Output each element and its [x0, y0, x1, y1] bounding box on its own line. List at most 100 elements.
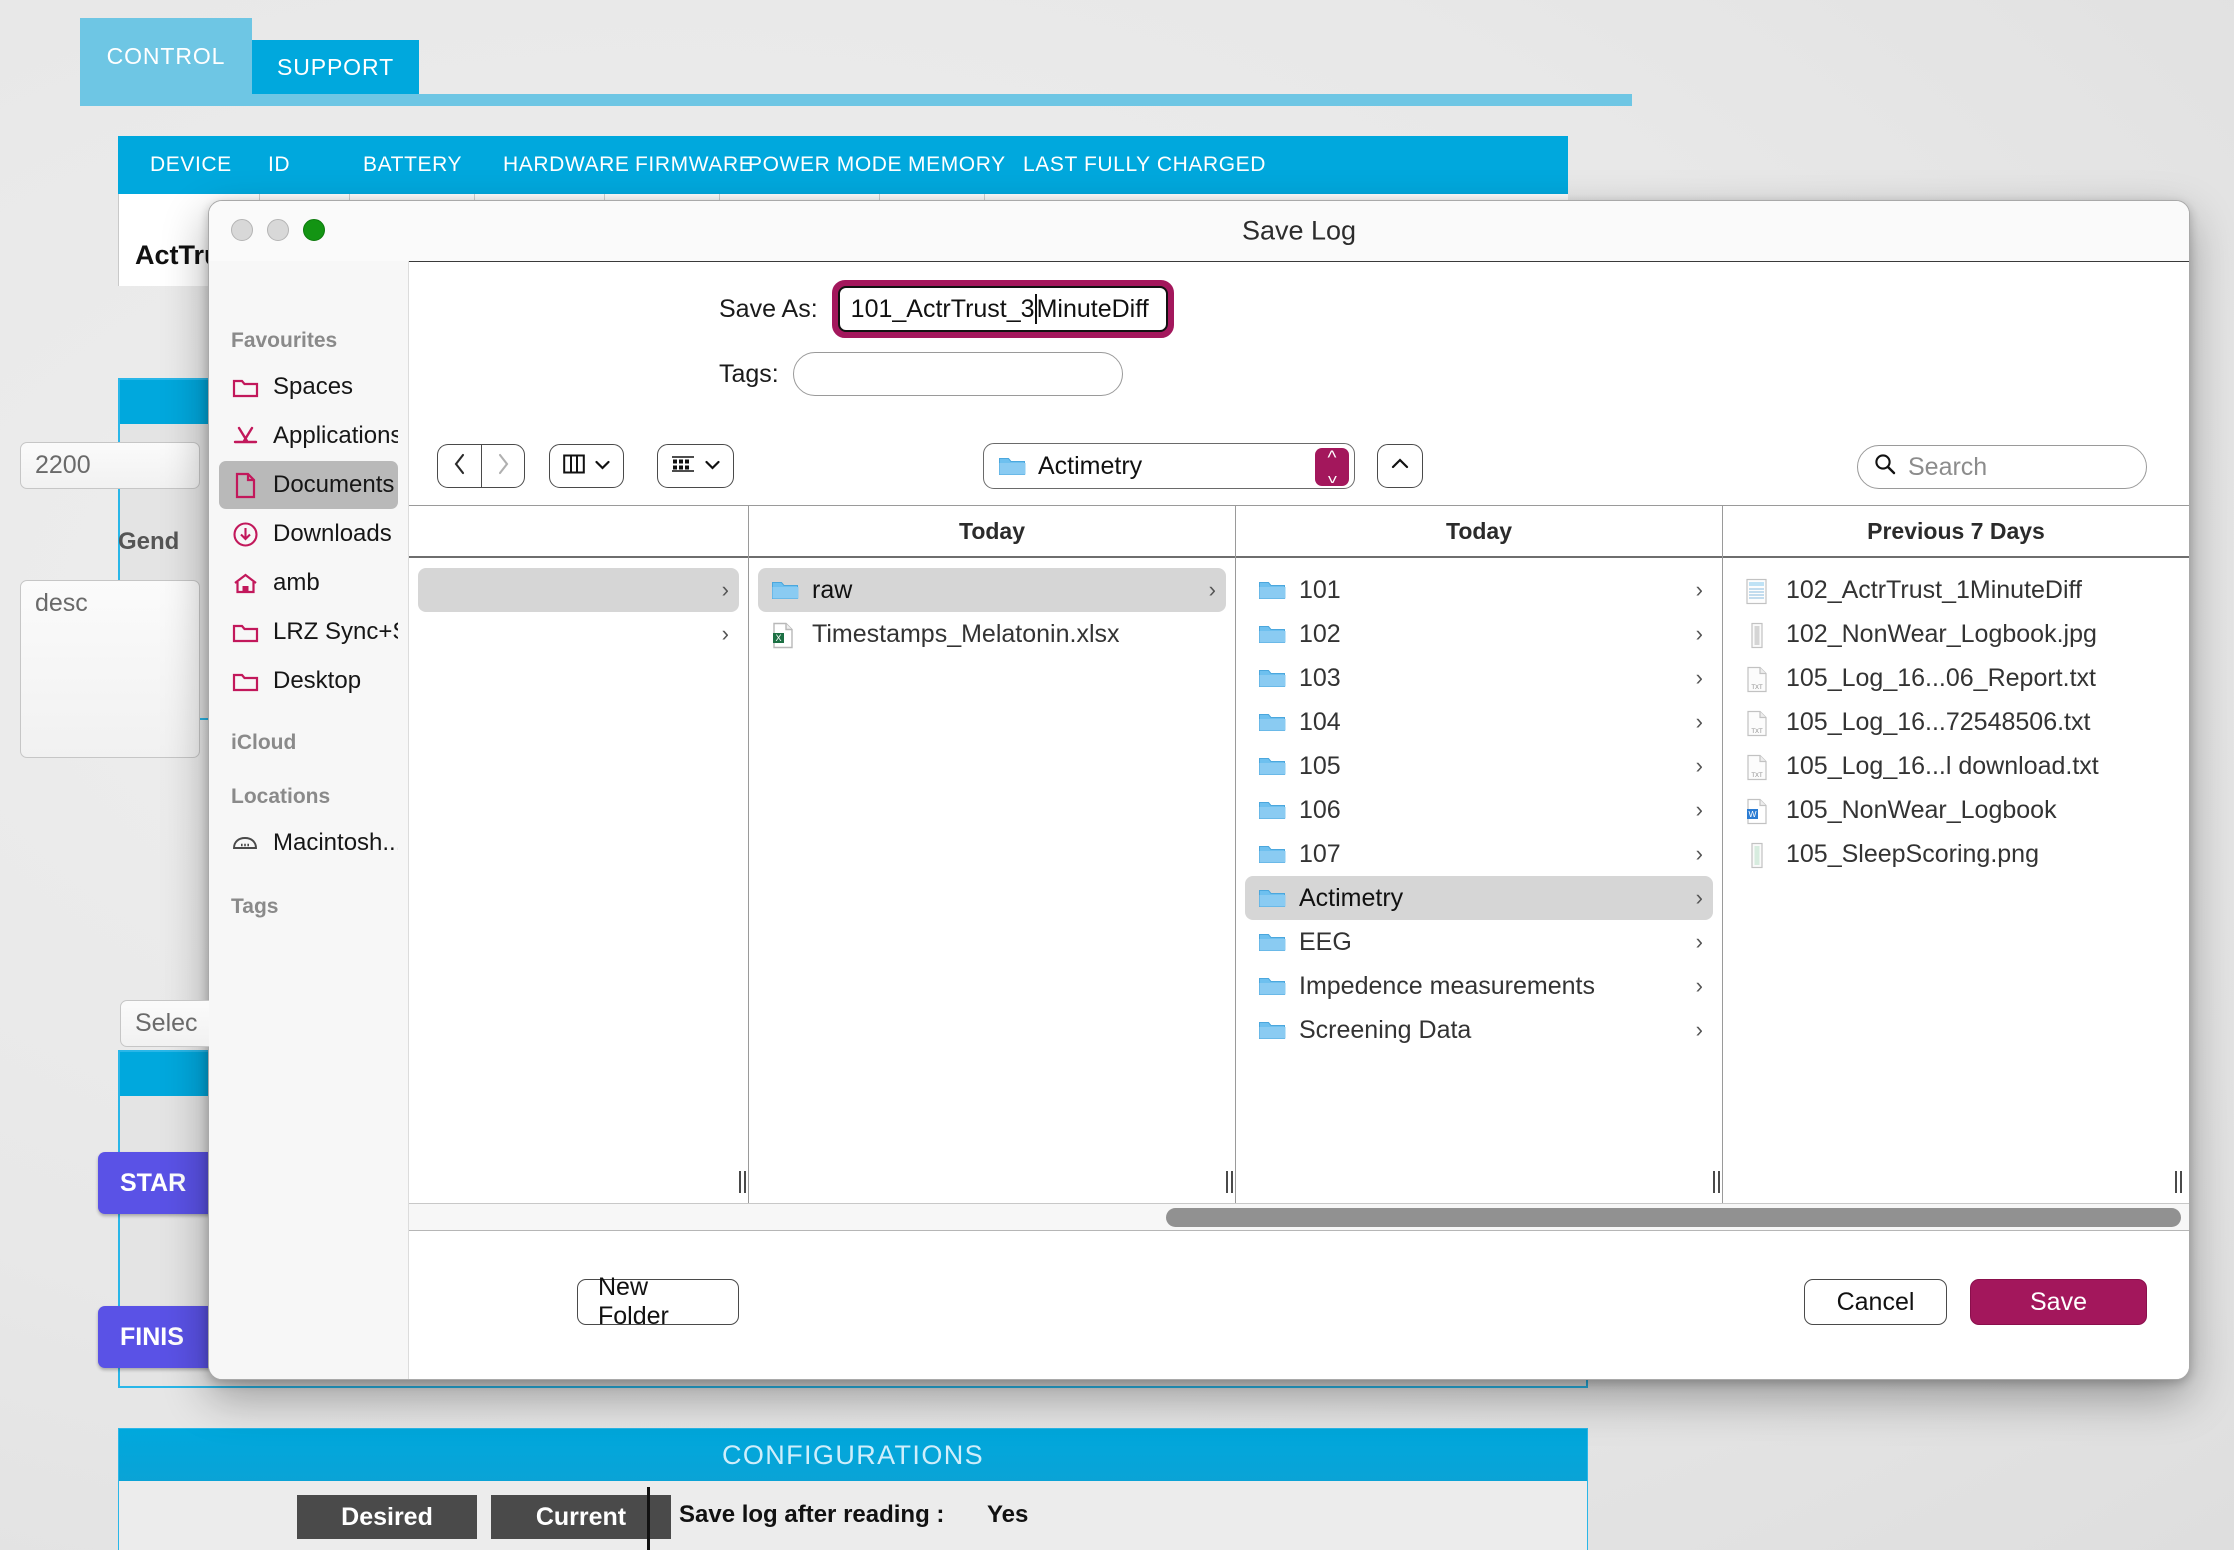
go-up-button[interactable] — [1377, 444, 1423, 488]
item-label: Screening Data — [1299, 1015, 1472, 1044]
tab-desired[interactable]: Desired — [297, 1495, 477, 1539]
chevron-right-icon: › — [1695, 885, 1703, 910]
scrollbar-thumb[interactable] — [1166, 1208, 2181, 1227]
sidebar-group-tags: Tags — [231, 895, 279, 918]
column-resize-handle[interactable] — [735, 1169, 749, 1195]
list-item[interactable]: › — [418, 612, 739, 656]
item-label: 105_Log_16...72548506.txt — [1786, 707, 2091, 736]
view-mode-button[interactable] — [549, 444, 624, 488]
word-file-icon: W — [1745, 798, 1773, 825]
back-button[interactable] — [437, 444, 481, 488]
column-resize-handle[interactable] — [1709, 1169, 1723, 1195]
sidebar-item-amb[interactable]: amb — [219, 559, 398, 607]
save-as-value-before: 101_ActrTrust_3 — [850, 294, 1035, 323]
item-label: Impedence measurements — [1299, 971, 1595, 1000]
col-id: ID — [268, 153, 291, 176]
folder-icon — [1258, 974, 1286, 998]
chevron-right-icon: › — [1695, 797, 1703, 822]
chevron-right-icon — [497, 453, 510, 480]
save-log-dialog: Save Log Favourites Spaces Applications … — [208, 200, 2190, 1380]
tab-support[interactable]: SUPPORT — [252, 40, 419, 94]
dialog-titlebar[interactable]: Save Log — [209, 201, 2189, 261]
list-item[interactable]: 107 › — [1245, 832, 1713, 876]
svg-text:X: X — [775, 633, 781, 643]
dialog-title-text: Save Log — [1241, 215, 1357, 246]
column-header: Today — [1236, 506, 1722, 558]
list-item[interactable]: TXT 105_Log_16...06_Report.txt — [1732, 656, 2180, 700]
list-item[interactable]: 102_ActrTrust_1MinuteDiff — [1732, 568, 2180, 612]
image-file-icon — [1745, 622, 1773, 649]
list-item[interactable]: X Timestamps_Melatonin.xlsx — [758, 612, 1226, 656]
list-item[interactable]: 105 › — [1245, 744, 1713, 788]
list-item[interactable]: 104 › — [1245, 700, 1713, 744]
sidebar-item-label: Spaces — [273, 373, 354, 400]
sidebar-item-label: Applications — [273, 422, 398, 449]
sidebar-item-documents[interactable]: Documents — [219, 461, 398, 509]
column-header: Today — [749, 506, 1235, 558]
tab-control[interactable]: CONTROL — [80, 18, 252, 94]
config-row-save-log-label: Save log after reading : — [679, 1501, 945, 1528]
up-down-chevron-icon[interactable]: ^ ^ — [1315, 448, 1349, 486]
sidebar-item-downloads[interactable]: Downloads — [219, 510, 398, 558]
tags-label: Tags: — [719, 359, 779, 388]
svg-text:TXT: TXT — [1751, 773, 1763, 779]
list-item[interactable]: 105_SleepScoring.png — [1732, 832, 2180, 876]
configurations-body: Desired Current Save log after reading :… — [119, 1481, 1587, 1550]
new-folder-button[interactable]: New Folder — [577, 1273, 739, 1330]
sidebar-item-spaces[interactable]: Spaces — [219, 363, 398, 411]
horizontal-scrollbar[interactable] — [409, 1203, 2189, 1231]
list-item[interactable]: TXT 105_Log_16...72548506.txt — [1732, 700, 2180, 744]
group-by-button[interactable] — [657, 444, 734, 488]
save-as-input[interactable]: 101_ActrTrust_3 MinuteDiff — [837, 286, 1168, 332]
item-label: 102 — [1299, 619, 1341, 648]
list-item[interactable]: raw › — [758, 568, 1226, 612]
chevron-down-icon — [595, 457, 610, 475]
list-item[interactable]: 102_NonWear_Logbook.jpg — [1732, 612, 2180, 656]
item-label: 105 — [1299, 751, 1341, 780]
list-item[interactable]: 101 › — [1245, 568, 1713, 612]
list-item[interactable]: › — [418, 568, 739, 612]
folder-icon — [1258, 710, 1286, 734]
column-resize-handle[interactable] — [2171, 1169, 2185, 1195]
column-resize-handle[interactable] — [1222, 1169, 1236, 1195]
search-input[interactable]: Search — [1857, 445, 2147, 489]
item-label: 105_Log_16...l download.txt — [1786, 751, 2099, 780]
tab-current[interactable]: Current — [491, 1495, 671, 1539]
list-item[interactable]: Actimetry › — [1245, 876, 1713, 920]
folder-icon — [1258, 578, 1286, 602]
list-item[interactable]: 103 › — [1245, 656, 1713, 700]
folder-icon — [1258, 930, 1286, 954]
folder-icon — [231, 618, 259, 646]
sidebar-item-desktop[interactable]: Desktop — [219, 657, 398, 705]
description-input[interactable]: desc — [20, 580, 200, 758]
image-file-icon — [1745, 842, 1773, 869]
list-item[interactable]: W 105_NonWear_Logbook — [1732, 788, 2180, 832]
sidebar-item-label: Macintosh... — [273, 829, 398, 856]
folder-icon — [1258, 886, 1286, 910]
chevron-right-icon: › — [1695, 621, 1703, 646]
chevron-right-icon: › — [1695, 709, 1703, 734]
list-item[interactable]: Screening Data › — [1245, 1008, 1713, 1052]
excel-file-icon: X — [771, 622, 799, 649]
item-label: Actimetry — [1299, 883, 1404, 912]
location-dropdown[interactable]: Actimetry ^ ^ — [983, 443, 1355, 489]
list-item[interactable]: TXT 105_Log_16...l download.txt — [1732, 744, 2180, 788]
sidebar-item-label: LRZ Sync+S... — [273, 618, 398, 645]
save-button[interactable]: Save — [1970, 1279, 2147, 1325]
forward-button[interactable] — [481, 444, 525, 488]
chevron-right-icon: › — [721, 577, 729, 602]
sidebar-item-lrz-sync[interactable]: LRZ Sync+S... — [219, 608, 398, 656]
dialog-toolbar: Actimetry ^ ^ Search — [409, 431, 2189, 505]
sidebar-item-applications[interactable]: Applications — [219, 412, 398, 460]
sidebar-item-macintosh[interactable]: Macintosh... — [219, 819, 398, 867]
cancel-button[interactable]: Cancel — [1804, 1279, 1947, 1325]
list-item[interactable]: 102 › — [1245, 612, 1713, 656]
tags-input[interactable] — [792, 352, 1123, 396]
browser-column-2: Today 101 › 102 › 103 › 104 › 105 › 106 › 107 ›… — [1236, 506, 1723, 1203]
search-placeholder: Search — [1908, 452, 1988, 481]
list-item[interactable]: Impedence measurements › — [1245, 964, 1713, 1008]
participant-id-input[interactable]: 2200 — [20, 442, 200, 489]
list-item[interactable]: EEG › — [1245, 920, 1713, 964]
list-item[interactable]: 106 › — [1245, 788, 1713, 832]
svg-text:TXT: TXT — [1751, 685, 1763, 691]
